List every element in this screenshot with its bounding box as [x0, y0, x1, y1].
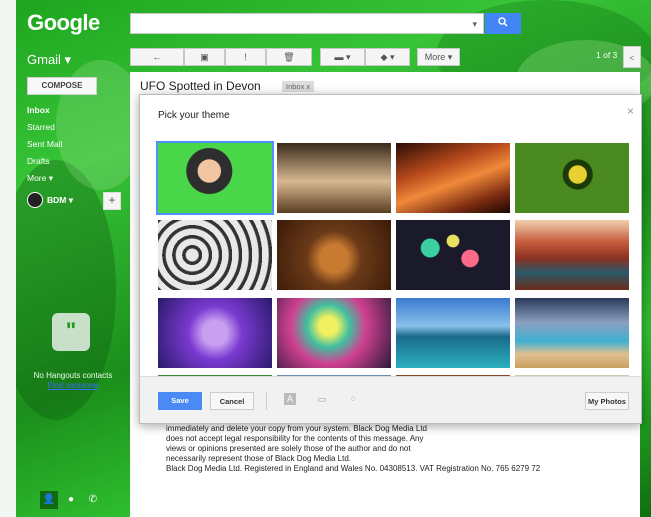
hangouts-icon[interactable]: ● [62, 491, 80, 509]
blur-icon[interactable]: ⁘ [347, 393, 359, 405]
search-input[interactable]: ▾ [130, 13, 484, 34]
more-button[interactable]: More ▾ [417, 48, 460, 66]
body-line: does not accept legal responsibility for… [166, 434, 424, 443]
close-icon[interactable]: × [627, 104, 634, 118]
avatar [27, 192, 43, 208]
theme-thumbnail-leaves[interactable] [277, 220, 391, 290]
vignette-icon[interactable]: ▭ [316, 393, 328, 405]
google-logo[interactable]: Google [27, 10, 100, 36]
theme-thumbnail-kid[interactable] [156, 141, 274, 215]
search-icon [498, 17, 508, 27]
body-line: Black Dog Media Ltd. Registered in Engla… [166, 464, 541, 473]
cancel-button[interactable]: Cancel [210, 392, 254, 410]
message-body: immediately and delete your copy from yo… [166, 424, 540, 474]
theme-thumbnail-lake[interactable] [396, 298, 510, 368]
sidebar-item-starred[interactable]: Starred [27, 119, 127, 136]
text-color-icon[interactable]: A [284, 393, 296, 405]
theme-thumbnail-bokeh[interactable] [396, 220, 510, 290]
inbox-label-chip[interactable]: Inbox x [282, 81, 315, 92]
my-photos-button[interactable]: My Photos [585, 392, 629, 410]
sidebar-item-inbox[interactable]: Inbox [27, 102, 127, 119]
divider [266, 392, 267, 410]
no-hangouts-text: No Hangouts contacts [33, 371, 113, 380]
person-icon[interactable]: 👤 [40, 491, 58, 509]
gmail-menu[interactable]: Gmail ▾ [27, 52, 71, 68]
theme-thumbnail-chess[interactable] [277, 143, 391, 213]
theme-thumbnail-beach[interactable] [515, 298, 629, 368]
labels-button[interactable]: ◆ ▾ [365, 48, 410, 66]
report-spam-button[interactable]: ! [225, 48, 266, 66]
pager-count: 1 of 3 [596, 50, 618, 60]
theme-thumbnail-pipes[interactable] [158, 220, 272, 290]
sidebar-item-sent-mail[interactable]: Sent Mail [27, 136, 127, 153]
theme-dialog: Pick your theme × Save Cancel A ▭ ⁘ My P… [139, 94, 642, 424]
body-line: necessarily represent those of Black Dog… [166, 454, 351, 463]
back-button[interactable]: ← [130, 48, 184, 66]
older-button[interactable]: < [623, 46, 641, 68]
sidebar-nav: Inbox Starred Sent Mail Drafts More ▾ [27, 102, 127, 187]
theme-thumbnail-jellyfish[interactable] [158, 298, 272, 368]
dialog-footer: Save Cancel A ▭ ⁘ My Photos [140, 376, 641, 423]
phone-icon[interactable]: ✆ [84, 491, 102, 509]
account-label: BDM ▾ [47, 194, 73, 205]
compose-button[interactable]: COMPOSE [27, 77, 97, 95]
sidebar-item-drafts[interactable]: Drafts [27, 153, 127, 170]
theme-thumbnail-canyon[interactable] [396, 143, 510, 213]
body-line: views or opinions presented are solely t… [166, 444, 411, 453]
find-someone-link[interactable]: Find someone [27, 381, 119, 390]
theme-thumbnail-river-canyon[interactable] [515, 220, 629, 290]
account-switcher[interactable]: BDM ▾ [27, 192, 73, 208]
hangouts-icon: " [52, 313, 90, 351]
body-line: immediately and delete your copy from yo… [166, 424, 428, 433]
message-subject: UFO Spotted in Devon [140, 79, 261, 93]
dialog-title: Pick your theme [158, 110, 230, 121]
add-hangout-button[interactable]: + [103, 192, 121, 210]
move-to-button[interactable]: ▬ ▾ [320, 48, 365, 66]
sidebar-item-more[interactable]: More ▾ [27, 170, 127, 187]
save-button[interactable]: Save [158, 392, 202, 410]
search-options-chevron-icon[interactable]: ▾ [472, 19, 477, 30]
hangouts-bottom-bar: 👤 ● ✆ [40, 491, 106, 509]
theme-thumbnail-bubble[interactable] [277, 298, 391, 368]
search-button[interactable] [485, 13, 521, 34]
theme-thumbnail-caterpillar[interactable] [515, 143, 629, 213]
archive-button[interactable]: ▣ [184, 48, 225, 66]
delete-button[interactable]: 🗑 [266, 48, 312, 66]
